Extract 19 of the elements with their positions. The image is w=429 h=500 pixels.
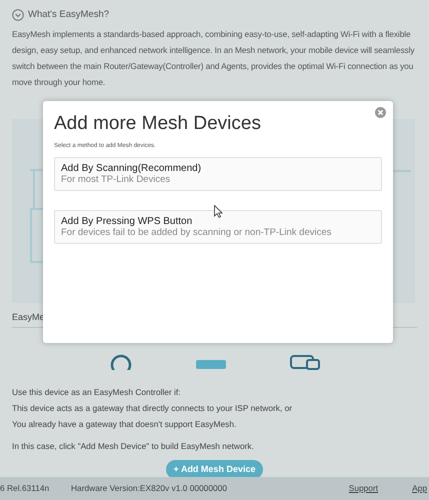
firmware-version: 6 Rel.63114n	[0, 482, 50, 495]
chevron-down-icon[interactable]	[12, 9, 24, 22]
device-icon	[290, 354, 320, 370]
method-option[interactable]: Add By Pressing WPS Button For devices fail to be added by scanning or non-TP-Link devices	[54, 210, 382, 244]
support-link[interactable]: Support	[348, 482, 378, 495]
cursor-icon	[214, 205, 223, 218]
close-icon[interactable]	[375, 107, 386, 118]
connector-line-drawing	[393, 170, 411, 172]
app-link[interactable]: App	[412, 482, 427, 495]
section-label: EasyMe	[12, 311, 45, 324]
dialog-title: Add more Mesh Devices	[54, 112, 262, 136]
description-text: EasyMesh implements a standards-based approach, combining easy-to-use, self-adapting Wi-Fi with a flexible design, easy setup, and enhanced network intelligence. In an Mesh network, your mobile device will seamlessly switch between the main Router/Gateway(Controller) and Agents, provides the optimal Wi-Fi connection as you move through your home.	[12, 28, 416, 90]
hardware-version: Hardware Version:EX820v v1.0 00000000	[71, 482, 227, 495]
info-text: Use this device as an EasyMesh Controller if:	[12, 386, 182, 400]
info-text: In this case, click "Add Mesh Device" to build EasyMesh network.	[12, 440, 255, 454]
info-text: You already have a gateway that doesn't support EasyMesh.	[12, 418, 238, 432]
section-heading[interactable]: What's EasyMesh?	[28, 8, 110, 22]
method-option[interactable]: Add By Scanning(Recommend) For most TP-Link Devices	[54, 157, 382, 191]
info-text: This device acts as a gateway that directly connects to your ISP network, or	[12, 402, 294, 416]
